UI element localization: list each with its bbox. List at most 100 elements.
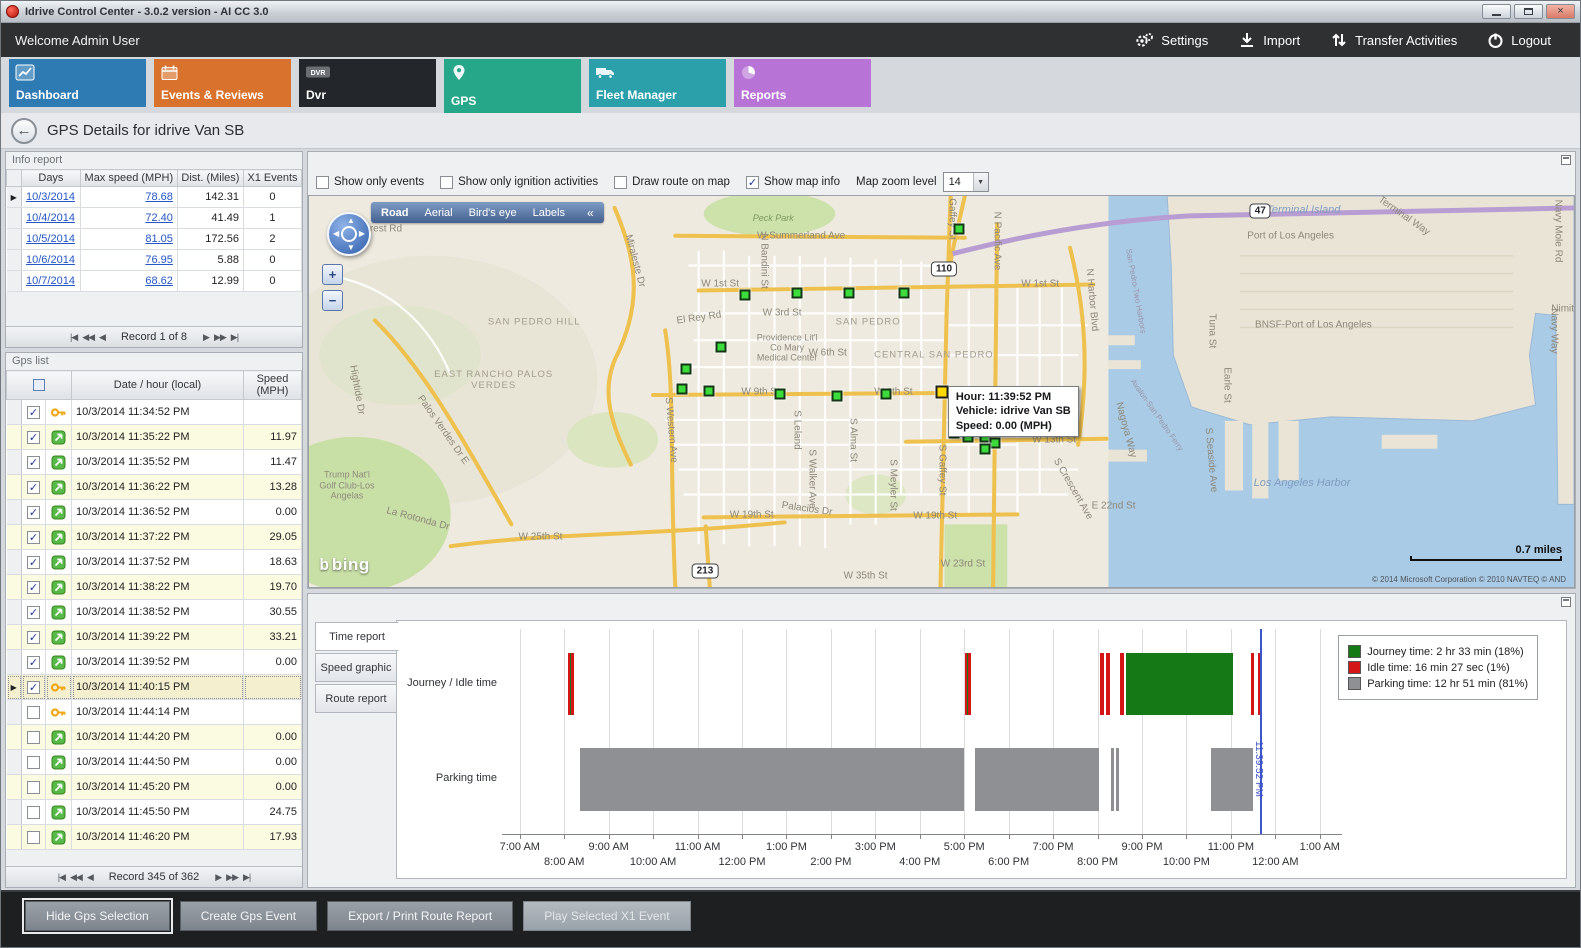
play-selected-x1-event-button[interactable]: Play Selected X1 Event bbox=[523, 901, 690, 931]
gps-row-checkbox[interactable]: ✓ bbox=[27, 631, 40, 644]
gps-row[interactable]: 10/3/2014 11:45:20 PM0.00 bbox=[7, 775, 302, 800]
column-header-days[interactable]: Days bbox=[22, 170, 81, 187]
gps-track-marker[interactable] bbox=[844, 288, 855, 299]
map-style-aerial[interactable]: Aerial bbox=[425, 207, 453, 219]
gps-row[interactable]: ✓10/3/2014 11:36:52 PM0.00 bbox=[7, 500, 302, 525]
gps-track-marker[interactable] bbox=[880, 388, 891, 399]
gps-row[interactable]: ✓10/3/2014 11:34:52 PM bbox=[7, 400, 302, 425]
back-button[interactable]: ← bbox=[11, 118, 37, 144]
checkbox-icon[interactable]: ✓ bbox=[746, 176, 759, 189]
table-row[interactable]: 10/7/201468.6212.990 bbox=[7, 271, 302, 292]
gps-track-marker[interactable] bbox=[677, 384, 688, 395]
gps-row-checkbox[interactable]: ✓ bbox=[27, 606, 40, 619]
map-zoom-select[interactable]: 14▼ bbox=[943, 172, 989, 192]
gps-row[interactable]: ✓10/3/2014 11:38:22 PM19.70 bbox=[7, 575, 302, 600]
gps-row-checkbox[interactable] bbox=[27, 781, 40, 794]
gps-row-checkbox[interactable]: ✓ bbox=[27, 581, 40, 594]
column-header-speed[interactable]: Speed (MPH) bbox=[244, 371, 302, 400]
max-speed-link[interactable]: 72.40 bbox=[145, 212, 173, 224]
map-compass-control[interactable]: ▲ ▼ ◀ ▶ bbox=[327, 212, 371, 256]
gps-track-marker[interactable] bbox=[831, 390, 842, 401]
tab-events-reviews[interactable]: Events & Reviews bbox=[154, 59, 291, 107]
map-option-show-only-events[interactable]: Show only events bbox=[316, 176, 424, 189]
gps-row[interactable]: ✓10/3/2014 11:35:52 PM11.47 bbox=[7, 450, 302, 475]
map-style-bird-s-eye[interactable]: Bird's eye bbox=[469, 207, 517, 219]
expand-map-panel-icon[interactable] bbox=[1561, 155, 1571, 165]
pager-prev-button[interactable]: |◀ bbox=[58, 872, 65, 882]
gps-row-checkbox[interactable]: ✓ bbox=[27, 431, 40, 444]
pager-next-button[interactable]: ▶ bbox=[203, 332, 209, 342]
tab-gps[interactable]: GPS bbox=[444, 59, 581, 113]
map-style-road[interactable]: Road bbox=[381, 207, 409, 219]
column-header-dist-miles[interactable]: Dist. (Miles) bbox=[177, 170, 243, 187]
gps-row[interactable]: ✓10/3/2014 11:39:22 PM33.21 bbox=[7, 625, 302, 650]
day-link[interactable]: 10/6/2014 bbox=[26, 254, 75, 266]
menu-action-settings[interactable]: Settings bbox=[1120, 23, 1223, 57]
checkbox-icon[interactable] bbox=[614, 176, 627, 189]
gps-row[interactable]: ✓10/3/2014 11:39:52 PM0.00 bbox=[7, 650, 302, 675]
gps-row-checkbox[interactable]: ✓ bbox=[27, 406, 40, 419]
chart-tab-time-report[interactable]: Time report bbox=[315, 622, 399, 651]
gps-row[interactable]: ✓10/3/2014 11:38:52 PM30.55 bbox=[7, 600, 302, 625]
pager-next-button[interactable]: ▶ bbox=[215, 872, 221, 882]
tab-dashboard[interactable]: Dashboard bbox=[9, 59, 146, 107]
table-row[interactable]: ▶10/3/201478.68142.310 bbox=[7, 187, 302, 208]
gps-track-marker[interactable] bbox=[774, 388, 785, 399]
column-header-x1-events[interactable]: X1 Events bbox=[243, 170, 301, 187]
menu-action-logout[interactable]: Logout bbox=[1472, 23, 1566, 57]
pager-next-button[interactable]: ▶▶ bbox=[226, 872, 238, 882]
map-option-draw-route-on-map[interactable]: Draw route on map bbox=[614, 176, 730, 189]
gps-row-checkbox[interactable]: ✓ bbox=[27, 481, 40, 494]
max-speed-link[interactable]: 76.95 bbox=[145, 254, 173, 266]
gps-row[interactable]: ✓10/3/2014 11:37:52 PM18.63 bbox=[7, 550, 302, 575]
checkbox-icon[interactable] bbox=[440, 176, 453, 189]
table-row[interactable]: 10/5/201481.05172.562 bbox=[7, 229, 302, 250]
current-position-marker[interactable] bbox=[935, 385, 948, 398]
minimize-button[interactable] bbox=[1482, 4, 1511, 19]
gps-row-checkbox[interactable]: ✓ bbox=[27, 531, 40, 544]
create-gps-event-button[interactable]: Create Gps Event bbox=[180, 901, 317, 931]
table-row[interactable]: 10/6/201476.955.880 bbox=[7, 250, 302, 271]
gps-track-marker[interactable] bbox=[979, 443, 990, 454]
gps-track-marker[interactable] bbox=[680, 364, 691, 375]
export-print-route-report-button[interactable]: Export / Print Route Report bbox=[327, 901, 513, 931]
pager-next-button[interactable]: ▶| bbox=[231, 332, 238, 342]
pager-prev-button[interactable]: ◀◀ bbox=[70, 872, 82, 882]
zoom-out-button[interactable]: − bbox=[322, 290, 343, 311]
gps-track-marker[interactable] bbox=[792, 288, 803, 299]
gps-row[interactable]: ✓10/3/2014 11:37:22 PM29.05 bbox=[7, 525, 302, 550]
gps-row[interactable]: 10/3/2014 11:44:14 PM bbox=[7, 700, 302, 725]
gps-row-checkbox[interactable]: ✓ bbox=[27, 506, 40, 519]
menu-action-transfer-activities[interactable]: Transfer Activities bbox=[1315, 23, 1472, 57]
map-option-show-only-ignition-activities[interactable]: Show only ignition activities bbox=[440, 176, 598, 189]
map-canvas[interactable]: Peck ParkCrest RdW Summerland AveMirales… bbox=[308, 195, 1575, 588]
gps-row-checkbox[interactable] bbox=[27, 806, 40, 819]
gps-track-marker[interactable] bbox=[703, 386, 714, 397]
expand-chart-panel-icon[interactable] bbox=[1561, 597, 1571, 607]
day-link[interactable]: 10/3/2014 bbox=[26, 191, 75, 203]
pager-prev-button[interactable]: ◀ bbox=[87, 872, 93, 882]
tab-dvr[interactable]: DVRDvr bbox=[299, 59, 436, 107]
gps-row-checkbox[interactable]: ✓ bbox=[27, 456, 40, 469]
gps-row-checkbox[interactable] bbox=[27, 831, 40, 844]
gps-row[interactable]: ▶✓10/3/2014 11:40:15 PM bbox=[7, 675, 302, 700]
map-style-labels[interactable]: Labels bbox=[533, 207, 565, 219]
pager-next-button[interactable]: ▶| bbox=[243, 872, 250, 882]
gps-row[interactable]: 10/3/2014 11:45:50 PM24.75 bbox=[7, 800, 302, 825]
gps-row[interactable]: ✓10/3/2014 11:36:22 PM13.28 bbox=[7, 475, 302, 500]
pager-prev-button[interactable]: |◀ bbox=[70, 332, 77, 342]
gps-row[interactable]: 10/3/2014 11:46:20 PM17.93 bbox=[7, 825, 302, 850]
gps-row-checkbox[interactable]: ✓ bbox=[27, 681, 40, 694]
pager-prev-button[interactable]: ◀ bbox=[99, 332, 105, 342]
table-row[interactable]: 10/4/201472.4041.491 bbox=[7, 208, 302, 229]
gps-row[interactable]: 10/3/2014 11:44:20 PM0.00 bbox=[7, 725, 302, 750]
day-link[interactable]: 10/4/2014 bbox=[26, 212, 75, 224]
gps-row-checkbox[interactable] bbox=[27, 706, 40, 719]
select-all-icon[interactable] bbox=[33, 379, 45, 391]
pager-next-button[interactable]: ▶▶ bbox=[214, 332, 226, 342]
gps-row[interactable]: ✓10/3/2014 11:35:22 PM11.97 bbox=[7, 425, 302, 450]
gps-track-marker[interactable] bbox=[740, 289, 751, 300]
tab-fleet-manager[interactable]: Fleet Manager bbox=[589, 59, 726, 107]
max-speed-link[interactable]: 68.62 bbox=[145, 275, 173, 287]
hide-gps-selection-button[interactable]: Hide Gps Selection bbox=[25, 901, 170, 931]
